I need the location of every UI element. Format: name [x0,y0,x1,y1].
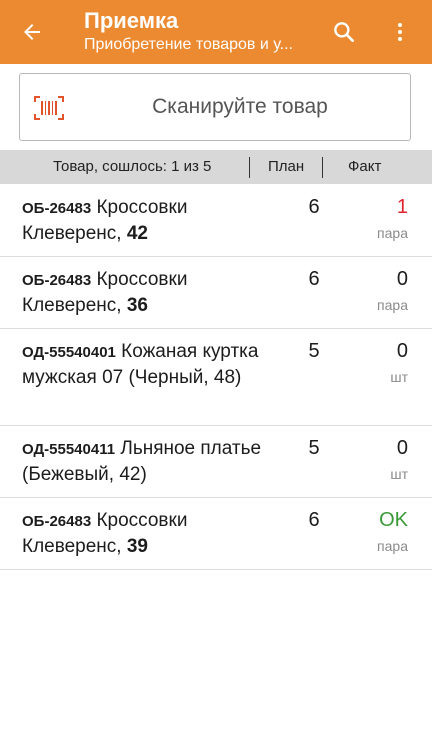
item-code: ОБ-26483 [22,200,92,217]
header-item-summary: Товар, сошлось: 1 из 5 [53,158,212,175]
item-unit: шт [390,369,408,385]
item-code: ОБ-26483 [22,272,92,289]
item-fact: 0 [396,268,408,290]
header-divider [249,157,250,178]
page-subtitle: Приобретение товаров и у... [84,36,293,53]
item-code: ОБ-26483 [22,513,92,530]
more-options-button[interactable] [380,12,420,52]
scan-prompt: Сканируйте товар [152,95,328,118]
header-fact: Факт [348,158,382,175]
item-unit: пара [377,538,408,554]
item-variant: 36 [126,295,148,316]
item-plan: 6 [308,196,320,218]
list-item[interactable]: ОБ-26483 Кроссовки Клеверенс, 36 6 0 пар… [0,257,432,329]
back-button[interactable] [12,12,52,52]
item-fact: 0 [396,340,408,362]
barcode-icon [34,96,64,120]
item-fact: 1 [396,196,408,218]
search-button[interactable] [324,12,364,52]
list-item[interactable]: ОБ-26483 Кроссовки Клеверенс, 39 6 OK па… [0,498,432,570]
item-plan: 6 [308,268,320,290]
item-plan: 5 [308,437,320,459]
item-code: ОД-55540411 [22,441,116,458]
app-bar: Приемка Приобретение товаров и у... [0,0,432,64]
more-vertical-icon [398,23,402,41]
item-variant: 39 [126,536,148,557]
item-code: ОД-55540401 [22,344,116,361]
items-list: ОБ-26483 Кроссовки Клеверенс, 42 6 1 пар… [0,185,432,570]
item-name: ОБ-26483 Кроссовки Клеверенс, 36 [22,267,272,318]
list-item[interactable]: ОД-55540411 Льняное платье (Бежевый, 42)… [0,426,432,498]
list-item[interactable]: ОД-55540401 Кожаная куртка мужская 07 (Ч… [0,329,432,426]
scan-product-field[interactable]: Сканируйте товар [19,73,411,141]
item-plan: 6 [308,509,320,531]
list-item[interactable]: ОБ-26483 Кроссовки Клеверенс, 42 6 1 пар… [0,185,432,257]
page-title: Приемка [84,8,179,33]
item-fact: 0 [396,437,408,459]
item-name: ОБ-26483 Кроссовки Клеверенс, 39 [22,508,272,559]
item-fact: OK [379,509,408,531]
header-divider [322,157,323,178]
item-unit: пара [377,297,408,313]
item-unit: шт [390,466,408,482]
item-variant: 42 [126,223,148,244]
table-header: Товар, сошлось: 1 из 5 План Факт [0,150,432,184]
item-name: ОБ-26483 Кроссовки Клеверенс, 42 [22,195,272,246]
arrow-left-icon [24,24,40,40]
search-icon [334,22,354,42]
item-name: ОД-55540411 Льняное платье (Бежевый, 42) [22,436,272,487]
item-unit: пара [377,225,408,241]
item-name: ОД-55540401 Кожаная куртка мужская 07 (Ч… [22,339,272,390]
item-plan: 5 [308,340,320,362]
app-bar-titles: Приемка Приобретение товаров и у... [84,8,324,56]
header-plan: План [268,158,305,175]
